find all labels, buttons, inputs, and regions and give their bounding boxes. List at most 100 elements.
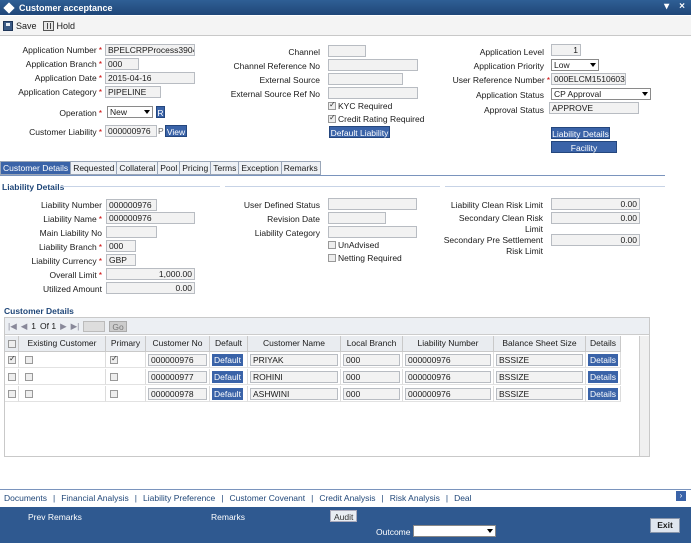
details-button[interactable]: Details: [588, 388, 618, 400]
hold-button[interactable]: Hold: [42, 20, 75, 31]
balance-sheet-field[interactable]: BSSIZE: [496, 354, 583, 366]
customer-name-field[interactable]: PRIYAK: [250, 354, 338, 366]
external-source-field[interactable]: [328, 73, 403, 85]
application-branch-field[interactable]: 000: [105, 58, 139, 70]
default-button[interactable]: Default: [212, 354, 243, 366]
clean-risk-limit-field[interactable]: 0.00: [551, 198, 640, 210]
secondary-clean-risk-field[interactable]: 0.00: [551, 212, 640, 224]
link-financial-analysis[interactable]: Financial Analysis: [61, 493, 129, 503]
restore-icon[interactable]: ▾: [664, 1, 669, 12]
remarks-label[interactable]: Remarks: [211, 512, 245, 522]
netting-required-checkbox[interactable]: [328, 254, 336, 262]
details-button[interactable]: Details: [588, 371, 618, 383]
liability-details-button[interactable]: Liability Details: [551, 127, 610, 139]
application-date-field[interactable]: 2015-04-16: [105, 72, 195, 84]
prev-remarks-label[interactable]: Prev Remarks: [28, 512, 82, 522]
first-page-icon[interactable]: |◀: [8, 321, 17, 332]
liability-number-field[interactable]: 000000976: [405, 388, 491, 400]
tab-pricing[interactable]: Pricing: [180, 161, 212, 175]
customer-no-field[interactable]: 000000977: [148, 371, 207, 383]
go-button[interactable]: Go: [109, 320, 127, 332]
link-risk-analysis[interactable]: Risk Analysis: [390, 493, 440, 503]
balance-sheet-field[interactable]: BSSIZE: [496, 388, 583, 400]
utilized-amount-field[interactable]: 0.00: [106, 282, 195, 294]
select-all-checkbox[interactable]: [8, 340, 16, 348]
liability-name-field[interactable]: 000000976: [106, 212, 195, 224]
local-branch-field[interactable]: 000: [343, 388, 400, 400]
liability-lookup-button[interactable]: P: [158, 126, 164, 136]
liability-branch-field[interactable]: 000: [106, 240, 136, 252]
page-input[interactable]: [83, 320, 106, 332]
channel-field[interactable]: [328, 45, 366, 57]
liability-number-field[interactable]: 000000976: [405, 371, 491, 383]
default-button[interactable]: Default: [212, 388, 243, 400]
application-category-field[interactable]: PIPELINE: [105, 86, 161, 98]
user-defined-status-field[interactable]: [328, 198, 417, 210]
link-deal[interactable]: Deal: [454, 493, 471, 503]
tab-customer-details[interactable]: Customer Details: [0, 161, 72, 175]
grid-scrollbar[interactable]: [639, 336, 649, 456]
main-liability-no-field[interactable]: [106, 226, 157, 238]
balance-sheet-field[interactable]: BSSIZE: [496, 371, 583, 383]
customer-name-field[interactable]: ASHWINI: [250, 388, 338, 400]
tab-collateral[interactable]: Collateral: [117, 161, 159, 175]
close-icon[interactable]: ×: [679, 1, 685, 12]
prev-page-icon[interactable]: ◀: [21, 321, 28, 332]
last-page-icon[interactable]: ▶|: [71, 321, 80, 332]
application-status-select[interactable]: CP Approval: [551, 88, 651, 100]
user-reference-field[interactable]: 000ELCM1510603(: [551, 73, 626, 85]
secondary-pre-settlement-field[interactable]: 0.00: [551, 234, 640, 246]
liability-currency-field[interactable]: GBP: [106, 254, 136, 266]
default-liability-button[interactable]: Default Liability: [329, 126, 390, 138]
customer-name-field[interactable]: ROHINI: [250, 371, 338, 383]
tab-requested[interactable]: Requested: [71, 161, 118, 175]
unadvised-checkbox[interactable]: [328, 241, 336, 249]
customer-no-field[interactable]: 000000978: [148, 388, 207, 400]
tab-remarks[interactable]: Remarks: [281, 161, 321, 175]
local-branch-field[interactable]: 000: [343, 371, 400, 383]
customer-liability-field[interactable]: 000000976: [105, 125, 157, 137]
existing-customer-checkbox[interactable]: [25, 373, 33, 381]
primary-checkbox[interactable]: [110, 354, 118, 364]
credit-rating-required-checkbox[interactable]: [328, 113, 336, 123]
details-button[interactable]: Details: [588, 354, 618, 366]
tab-pool[interactable]: Pool: [158, 161, 181, 175]
row-select-checkbox[interactable]: [8, 390, 16, 398]
approval-status-field[interactable]: APPROVE: [549, 102, 639, 114]
liability-number-field[interactable]: 000000976: [405, 354, 491, 366]
application-priority-select[interactable]: Low: [551, 59, 599, 71]
application-number-field[interactable]: BPELCRPProcess3904: [105, 44, 195, 56]
application-level-field[interactable]: 1: [551, 44, 581, 56]
next-page-icon[interactable]: ▶: [60, 321, 67, 332]
primary-checkbox[interactable]: [110, 390, 118, 398]
row-select-checkbox[interactable]: [8, 373, 16, 381]
link-documents[interactable]: Documents: [4, 493, 47, 503]
revision-date-field[interactable]: [328, 212, 386, 224]
exit-button[interactable]: Exit: [650, 518, 680, 533]
liability-number-field[interactable]: 000000976: [106, 199, 157, 211]
row-select-checkbox[interactable]: [8, 354, 16, 364]
external-source-ref-field[interactable]: [328, 87, 418, 99]
kyc-required-checkbox[interactable]: [328, 100, 336, 110]
customer-no-field[interactable]: 000000976: [148, 354, 207, 366]
link-credit-analysis[interactable]: Credit Analysis: [319, 493, 375, 503]
facility-hierarchy-button[interactable]: Facility Hierarchy: [551, 141, 617, 165]
link-liability-preference[interactable]: Liability Preference: [143, 493, 215, 503]
overall-limit-field[interactable]: 1,000.00: [106, 268, 195, 280]
existing-customer-checkbox[interactable]: [25, 356, 33, 364]
view-button[interactable]: View: [165, 125, 187, 137]
primary-checkbox[interactable]: [110, 373, 118, 381]
outcome-select[interactable]: [413, 525, 496, 537]
default-button[interactable]: Default: [212, 371, 243, 383]
tab-terms[interactable]: Terms: [211, 161, 240, 175]
existing-customer-checkbox[interactable]: [25, 390, 33, 398]
link-customer-covenant[interactable]: Customer Covenant: [230, 493, 306, 503]
operation-select[interactable]: New: [107, 106, 153, 118]
local-branch-field[interactable]: 000: [343, 354, 400, 366]
chevron-right-icon[interactable]: ›: [676, 491, 686, 501]
tab-exception[interactable]: Exception: [239, 161, 282, 175]
save-button[interactable]: Save: [3, 20, 37, 31]
audit-button[interactable]: Audit: [330, 510, 358, 522]
liability-category-field[interactable]: [328, 226, 417, 238]
operation-r-button[interactable]: R: [156, 106, 165, 118]
